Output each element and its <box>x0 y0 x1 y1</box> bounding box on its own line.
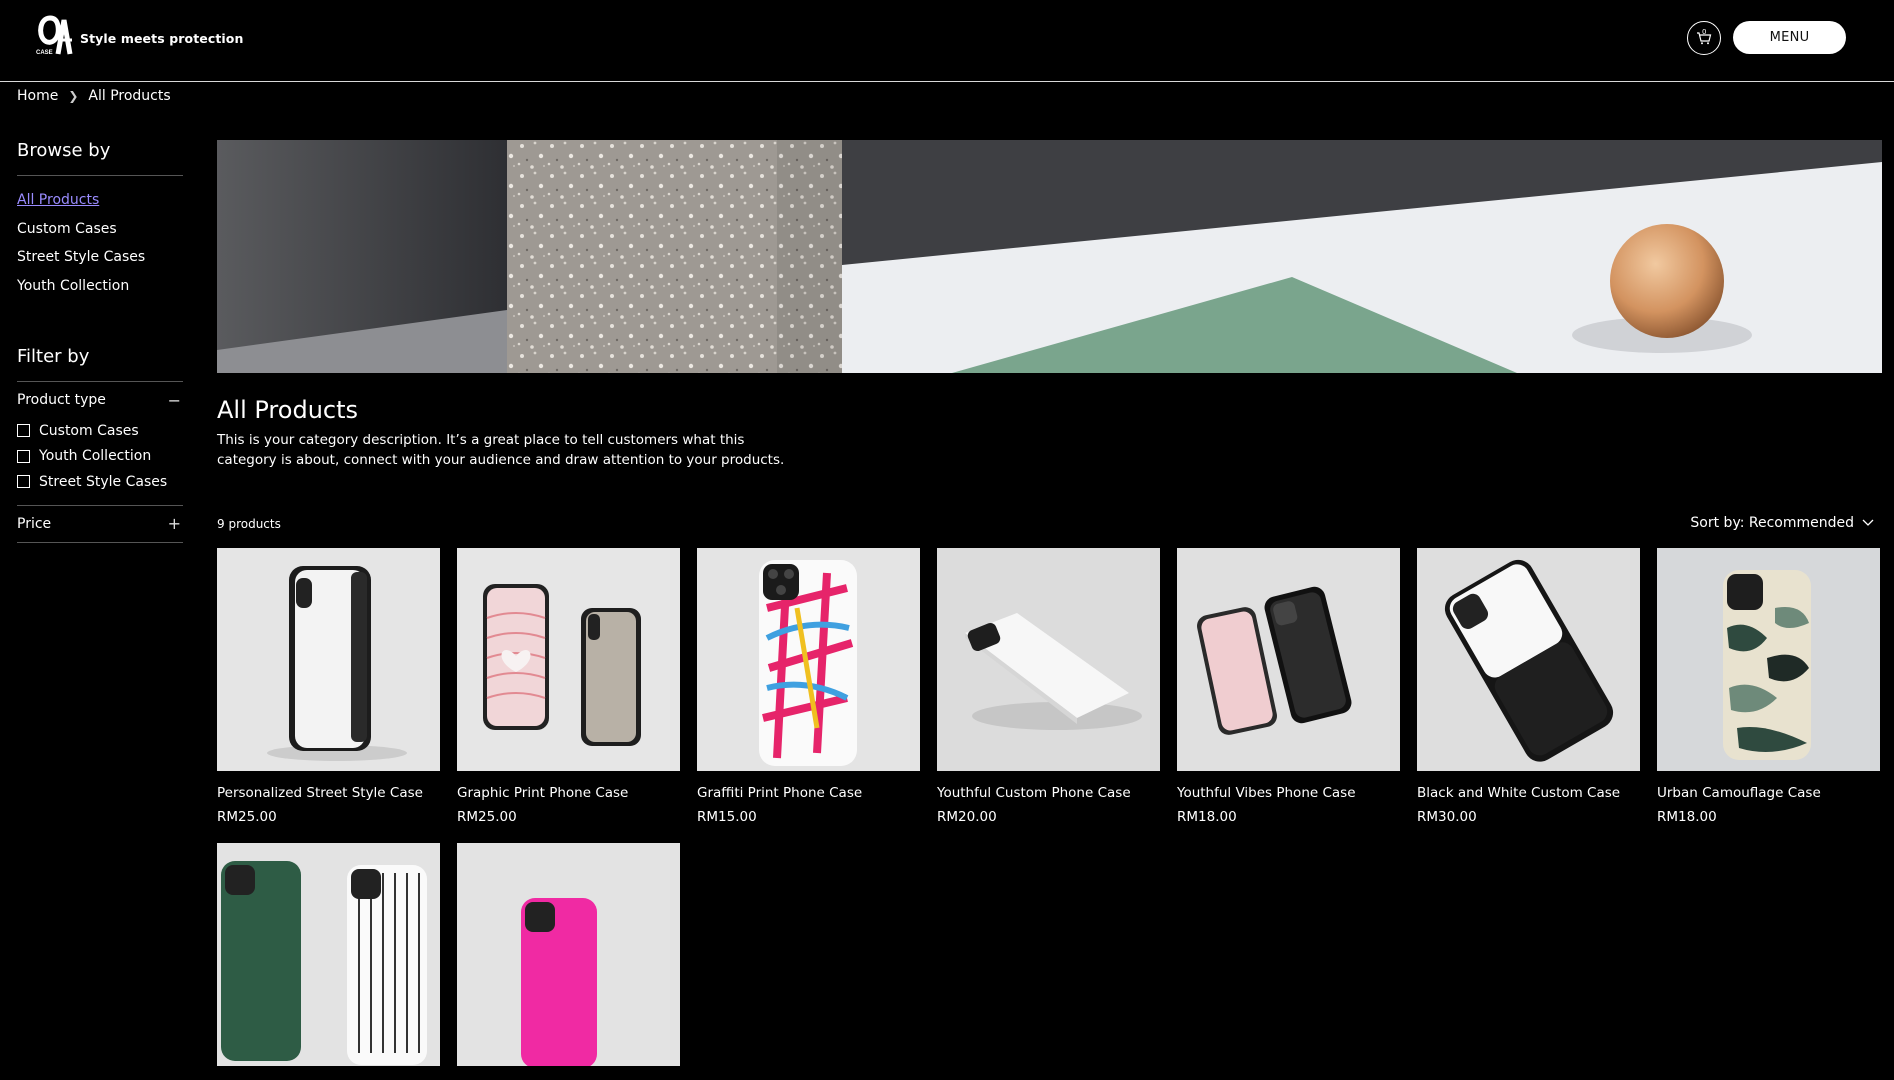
filter-option-label: Youth Collection <box>39 448 152 465</box>
product-name[interactable]: Youthful Custom Phone Case <box>937 785 1160 801</box>
product-name[interactable]: Black and White Custom Case <box>1417 785 1640 801</box>
product-name[interactable]: Graphic Print Phone Case <box>457 785 680 801</box>
sidebar-item-street-style-cases[interactable]: Street Style Cases <box>17 247 183 276</box>
product-price: RM15.00 <box>697 809 757 825</box>
filter-title: Filter by <box>17 346 90 367</box>
product-image[interactable] <box>937 548 1160 771</box>
divider <box>17 175 183 176</box>
product-image[interactable] <box>1417 548 1640 771</box>
breadcrumb-current: All Products <box>88 88 171 104</box>
product-image[interactable] <box>697 548 920 771</box>
category-description: This is your category description. It’s … <box>217 432 785 468</box>
brand-logo[interactable]: CASE <box>36 14 76 58</box>
product-image[interactable] <box>217 548 440 771</box>
product-price: RM18.00 <box>1177 809 1237 825</box>
product-name[interactable]: Graffiti Print Phone Case <box>697 785 920 801</box>
divider <box>17 541 183 543</box>
product-name[interactable]: Personalized Street Style Case <box>217 785 440 801</box>
sort-label: Sort by: Recommended <box>1690 515 1854 531</box>
filter-option-custom-cases[interactable]: Custom Cases <box>17 418 183 444</box>
minus-icon: − <box>167 390 181 410</box>
filter-option-label: Street Style Cases <box>39 473 168 490</box>
product-price: RM25.00 <box>217 809 277 825</box>
product-card[interactable]: Black and White Custom Case RM30.00 <box>1417 548 1640 825</box>
filter-option-street-style-cases[interactable]: Street Style Cases <box>17 469 183 495</box>
product-card[interactable] <box>457 843 680 1080</box>
checkbox[interactable] <box>17 449 30 463</box>
product-name[interactable]: Youthful Vibes Phone Case <box>1177 785 1400 801</box>
product-price: RM18.00 <box>1657 809 1717 825</box>
product-card[interactable]: Graffiti Print Phone Case RM15.00 <box>697 548 920 825</box>
checkbox[interactable] <box>17 424 30 438</box>
product-name[interactable]: Urban Camouflage Case <box>1657 785 1880 801</box>
chevron-right-icon: ❯ <box>68 89 79 103</box>
product-card[interactable]: Youthful Custom Phone Case RM20.00 <box>937 548 1160 825</box>
breadcrumb: Home ❯ All Products <box>17 88 171 104</box>
site-header: CASE Style meets protection 0 MENU <box>0 0 1894 82</box>
svg-text:CASE: CASE <box>36 50 53 56</box>
product-price: RM30.00 <box>1417 809 1477 825</box>
product-card[interactable]: Graphic Print Phone Case RM25.00 <box>457 548 680 825</box>
product-card[interactable]: Personalized Street Style Case RM25.00 <box>217 548 440 825</box>
cart-count: 0 <box>1702 28 1707 36</box>
product-image[interactable] <box>457 548 680 771</box>
filter-option-youth-collection[interactable]: Youth Collection <box>17 444 183 470</box>
product-count: 9 products <box>217 517 281 531</box>
sidebar-item-all-products[interactable]: All Products <box>17 190 183 219</box>
filter-option-label: Custom Cases <box>39 422 139 439</box>
cart-button[interactable]: 0 <box>1687 21 1721 55</box>
page-title: All Products <box>217 396 359 424</box>
price-filter-toggle[interactable]: Price + <box>17 506 183 542</box>
price-label: Price <box>17 515 52 532</box>
breadcrumb-home[interactable]: Home <box>17 88 58 104</box>
checkbox[interactable] <box>17 475 30 489</box>
product-type-label: Product type <box>17 392 106 408</box>
category-banner-image <box>217 140 1882 373</box>
product-card[interactable]: Urban Camouflage Case RM18.00 <box>1657 548 1880 825</box>
product-card[interactable] <box>217 843 440 1080</box>
product-price: RM20.00 <box>937 809 997 825</box>
site-tagline: Style meets protection <box>80 31 244 46</box>
sidebar: Browse by All Products Custom Cases Stre… <box>17 140 183 543</box>
sort-dropdown[interactable]: Sort by: Recommended <box>1690 515 1874 531</box>
product-type-filter-toggle[interactable]: Product type − <box>17 382 183 418</box>
sidebar-item-youth-collection[interactable]: Youth Collection <box>17 276 183 305</box>
product-image[interactable] <box>1657 548 1880 771</box>
product-price: RM25.00 <box>457 809 517 825</box>
product-image[interactable] <box>217 843 440 1066</box>
chevron-down-icon <box>1862 519 1874 526</box>
browse-title: Browse by <box>17 140 111 161</box>
product-image[interactable] <box>1177 548 1400 771</box>
category-list: All Products Custom Cases Street Style C… <box>17 190 183 304</box>
product-image[interactable] <box>457 843 680 1066</box>
product-card[interactable]: Youthful Vibes Phone Case RM18.00 <box>1177 548 1400 825</box>
menu-button[interactable]: MENU <box>1733 21 1846 54</box>
plus-icon: + <box>167 514 181 533</box>
sidebar-item-custom-cases[interactable]: Custom Cases <box>17 219 183 248</box>
